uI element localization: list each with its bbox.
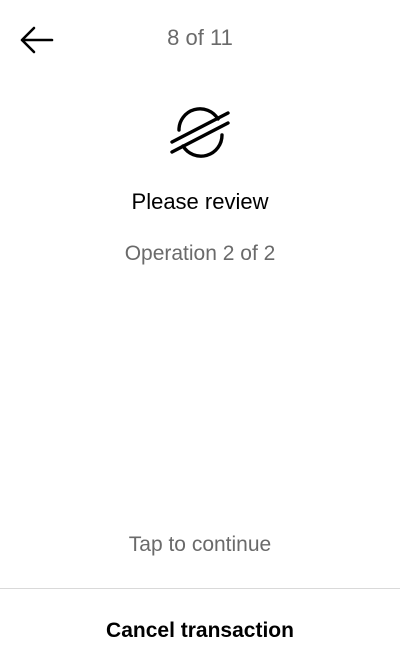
cancel-transaction-button[interactable]: Cancel transaction: [0, 589, 400, 672]
header: 8 of 11: [0, 0, 400, 78]
cancel-transaction-label: Cancel transaction: [106, 618, 294, 642]
review-title: Please review: [131, 189, 269, 214]
operation-counter: Operation 2 of 2: [124, 242, 276, 265]
stellar-logo-icon: [170, 107, 230, 158]
tap-to-continue-hint[interactable]: Tap to continue: [0, 531, 400, 559]
page-counter: 8 of 11: [167, 25, 233, 50]
